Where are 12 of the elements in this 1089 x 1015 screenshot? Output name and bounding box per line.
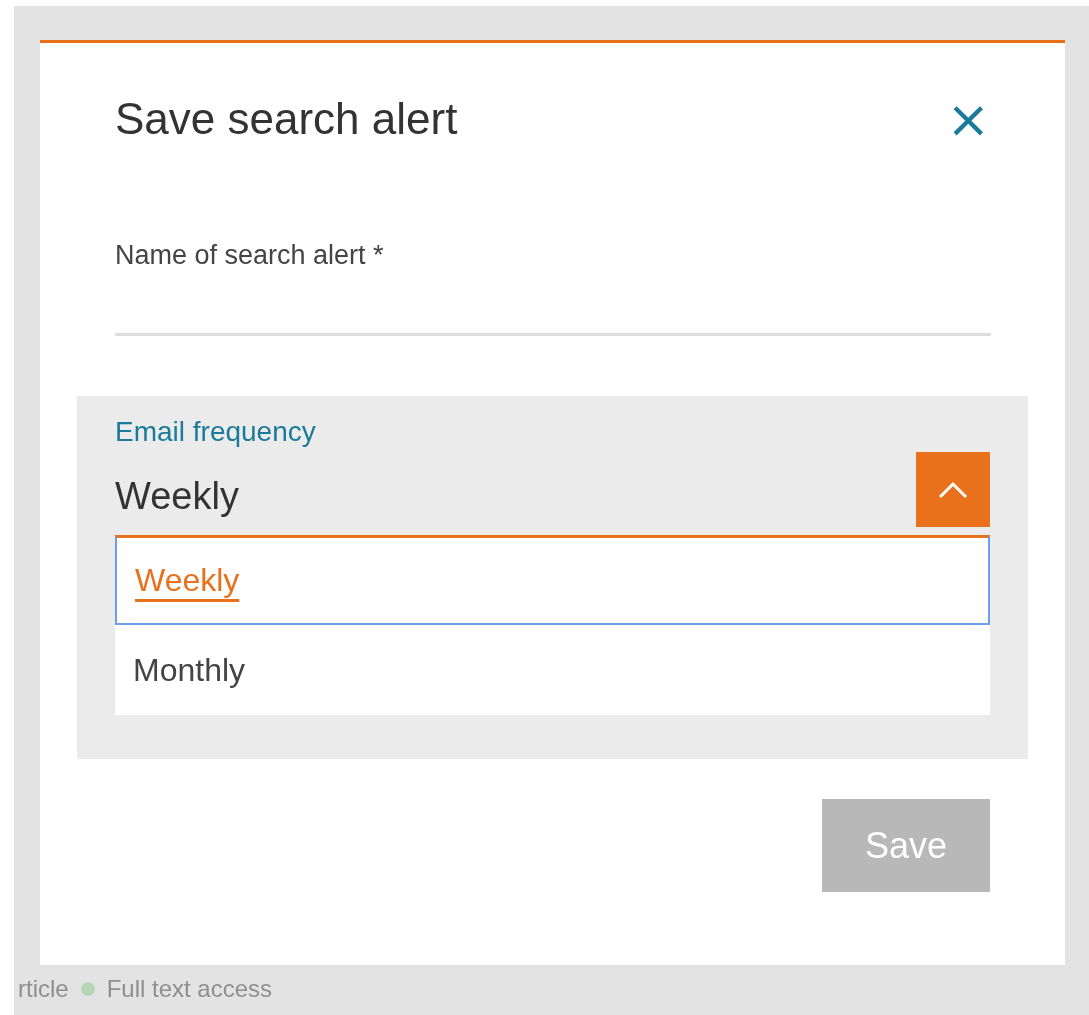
close-button[interactable]: × bbox=[946, 93, 990, 145]
field-label: Name of search alert * bbox=[115, 240, 385, 271]
dialog-title: Save search alert bbox=[115, 94, 458, 144]
article-type-text: rticle bbox=[18, 975, 69, 1003]
field-label: Email frequency bbox=[115, 416, 317, 448]
access-text: Full text access bbox=[106, 975, 273, 1003]
dropdown-toggle-button[interactable] bbox=[916, 452, 990, 527]
dropdown-option[interactable]: Weekly bbox=[115, 535, 990, 625]
selected-value: Weekly bbox=[115, 475, 239, 518]
chevron-icon bbox=[937, 479, 969, 500]
dropdown-option[interactable]: Monthly bbox=[115, 625, 990, 715]
status-dot bbox=[80, 982, 95, 996]
